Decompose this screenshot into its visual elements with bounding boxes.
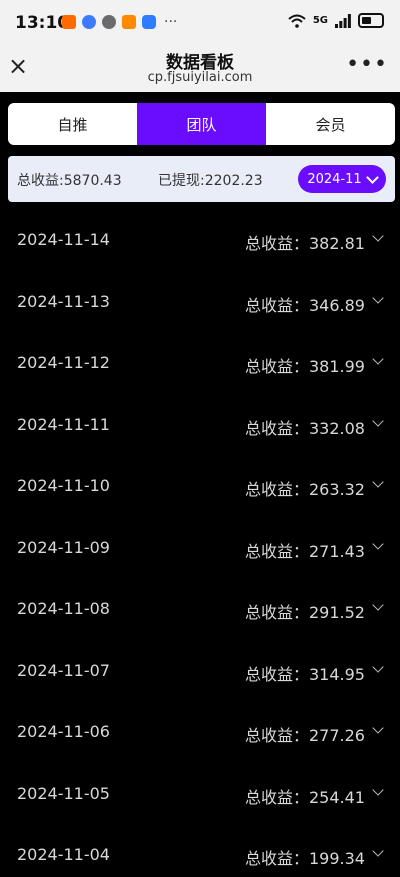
browser-notification-icon (82, 15, 96, 29)
list-item[interactable]: 2024-11-09 总收益：271.43 (0, 516, 400, 578)
row-date: 2024-11-12 (17, 353, 110, 372)
chevron-down-icon (372, 353, 384, 365)
system-icons: 5G (288, 13, 384, 28)
list-item[interactable]: 2024-11-06 总收益：277.26 (0, 700, 400, 762)
month-selector[interactable]: 2024-11 (298, 165, 386, 193)
network-type: 5G (312, 15, 328, 26)
notification-icons: ··· (62, 14, 177, 30)
row-date: 2024-11-07 (17, 660, 110, 680)
chevron-down-icon (372, 722, 384, 734)
row-date: 2024-11-11 (17, 414, 110, 434)
row-amount: 总收益：314.95 (245, 664, 365, 684)
status-time: 13:10 (15, 13, 70, 33)
row-amount: 总收益：291.52 (245, 603, 365, 622)
chevron-down-icon (372, 230, 384, 242)
chevron-down-icon (372, 599, 384, 611)
shield-app-icon (122, 15, 136, 29)
list-item[interactable]: 2024-11-12 总收益：381.99 (0, 331, 400, 393)
more-options-icon[interactable]: ••• (346, 52, 388, 77)
status-bar: 13:10 ··· 5G (0, 0, 400, 46)
tab-bar: 自推 团队 会员 (8, 103, 395, 145)
tab-members[interactable]: 会员 (266, 103, 395, 145)
withdrawn-amount: 已提现:2202.23 (158, 173, 263, 189)
chevron-down-icon (372, 783, 384, 796)
summary-card: 总收益:5870.43 已提现:2202.23 2024-11 (8, 156, 395, 202)
row-date: 2024-11-05 (17, 783, 110, 803)
security-app-icon (142, 15, 156, 29)
row-amount: 总收益：332.08 (245, 418, 365, 438)
row-date: 2024-11-04 (17, 845, 110, 864)
list-item[interactable]: 2024-11-10 总收益：263.32 (0, 454, 400, 516)
wechat-icon (102, 15, 116, 29)
page-url: cp.fjsuiyilai.com (147, 70, 253, 85)
row-amount: 总收益：199.34 (245, 849, 365, 868)
row-amount: 总收益：346.89 (245, 295, 365, 315)
nav-header: × 数据看板 cp.fjsuiyilai.com ••• (0, 46, 400, 92)
row-amount: 总收益：271.43 (245, 541, 365, 561)
battery-icon (358, 13, 384, 28)
chevron-down-icon (372, 537, 384, 550)
row-date: 2024-11-08 (17, 599, 110, 618)
wifi-icon (288, 14, 306, 28)
list-item[interactable]: 2024-11-13 总收益：346.89 (0, 270, 400, 332)
signal-icon (335, 13, 351, 28)
list-item[interactable]: 2024-11-07 总收益：314.95 (0, 639, 400, 701)
row-date: 2024-11-14 (17, 230, 110, 249)
tab-self-referral[interactable]: 自推 (8, 103, 137, 145)
daily-earnings-list: 2024-11-14 总收益：382.81 2024-11-13 总收益：346… (0, 208, 400, 877)
app-notification-icon (62, 15, 76, 29)
row-amount: 总收益：381.99 (245, 357, 365, 376)
row-date: 2024-11-10 (17, 476, 110, 495)
total-earnings: 总收益:5870.43 (17, 173, 122, 189)
list-item[interactable]: 2024-11-08 总收益：291.52 (0, 577, 400, 639)
chevron-down-icon (372, 845, 384, 857)
list-item[interactable]: 2024-11-11 总收益：332.08 (0, 393, 400, 455)
chevron-down-icon (365, 170, 379, 184)
row-amount: 总收益：263.32 (245, 480, 365, 499)
chevron-down-icon (372, 414, 384, 427)
row-date: 2024-11-13 (17, 291, 110, 311)
tab-team[interactable]: 团队 (137, 103, 266, 145)
row-date: 2024-11-09 (17, 537, 110, 557)
list-item[interactable]: 2024-11-05 总收益：254.41 (0, 762, 400, 824)
month-selector-label: 2024-11 (307, 171, 362, 187)
more-notifications-icon: ··· (164, 14, 178, 30)
row-amount: 总收益：277.26 (245, 726, 365, 745)
row-amount: 总收益：382.81 (245, 234, 365, 253)
row-date: 2024-11-06 (17, 722, 110, 741)
chevron-down-icon (372, 660, 384, 673)
list-item[interactable]: 2024-11-04 总收益：199.34 (0, 823, 400, 877)
list-item[interactable]: 2024-11-14 总收益：382.81 (0, 208, 400, 270)
row-amount: 总收益：254.41 (245, 787, 365, 807)
chevron-down-icon (372, 291, 384, 304)
chevron-down-icon (372, 476, 384, 488)
